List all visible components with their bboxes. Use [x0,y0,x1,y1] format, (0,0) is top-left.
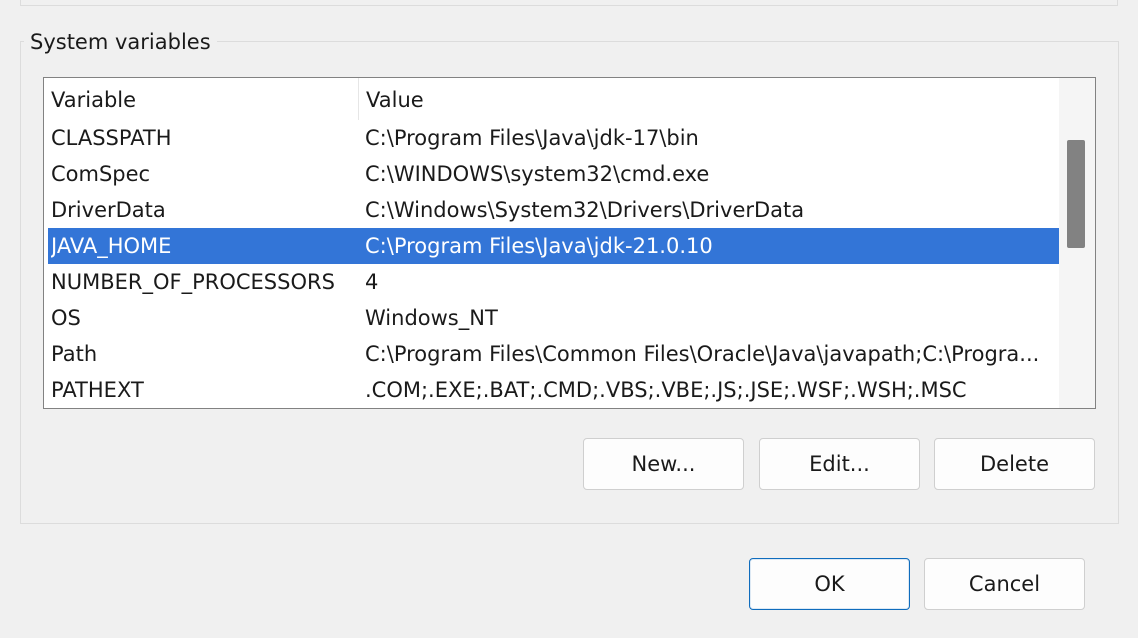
delete-button[interactable]: Delete [934,438,1095,490]
variable-name: CLASSPATH [51,126,172,150]
variable-value: C:\Windows\System32\Drivers\DriverData [365,198,805,222]
table-row[interactable]: PATHEXT .COM;.EXE;.BAT;.CMD;.VBS;.VBE;.J… [44,372,1060,408]
table-row-selected[interactable]: JAVA_HOME C:\Program Files\Java\jdk-21.0… [48,228,1060,264]
edit-button[interactable]: Edit... [759,438,920,490]
variable-value: C:\Program Files\Common Files\Oracle\Jav… [365,342,1040,366]
column-header-value[interactable]: Value [358,78,1060,120]
table-row[interactable]: DriverData C:\Windows\System32\Drivers\D… [44,192,1060,228]
variable-value: C:\Program Files\Java\jdk-21.0.10 [365,234,713,258]
column-header-variable[interactable]: Variable [44,78,358,120]
system-variables-list[interactable]: Variable Value CLASSPATH C:\Program File… [43,77,1096,409]
scrollbar-thumb[interactable] [1067,140,1085,248]
table-row[interactable]: NUMBER_OF_PROCESSORS 4 [44,264,1060,300]
variable-name: DriverData [51,198,166,222]
variable-name: ComSpec [51,162,151,186]
variable-name: JAVA_HOME [51,234,172,258]
variable-value: .COM;.EXE;.BAT;.CMD;.VBS;.VBE;.JS;.JSE;.… [365,378,967,402]
variable-value: C:\Program Files\Java\jdk-17\bin [365,126,699,150]
variable-name: Path [51,342,98,366]
variable-name: NUMBER_OF_PROCESSORS [51,270,335,294]
table-row[interactable]: CLASSPATH C:\Program Files\Java\jdk-17\b… [44,120,1060,156]
vertical-scrollbar[interactable] [1059,78,1095,408]
table-row[interactable]: ComSpec C:\WINDOWS\system32\cmd.exe [44,156,1060,192]
group-title: System variables [24,28,217,56]
variable-name: OS [51,306,81,330]
variable-value: Windows_NT [365,306,498,330]
ok-button[interactable]: OK [749,558,910,610]
list-header: Variable Value [44,78,1060,120]
variable-value: C:\WINDOWS\system32\cmd.exe [365,162,710,186]
variable-value: 4 [365,270,379,294]
user-variables-group-edge [20,0,1118,6]
table-row[interactable]: OS Windows_NT [44,300,1060,336]
table-row[interactable]: Path C:\Program Files\Common Files\Oracl… [44,336,1060,372]
list-rows: CLASSPATH C:\Program Files\Java\jdk-17\b… [44,120,1060,408]
variable-name: PATHEXT [51,378,144,402]
cancel-button[interactable]: Cancel [924,558,1085,610]
new-button[interactable]: New... [583,438,744,490]
